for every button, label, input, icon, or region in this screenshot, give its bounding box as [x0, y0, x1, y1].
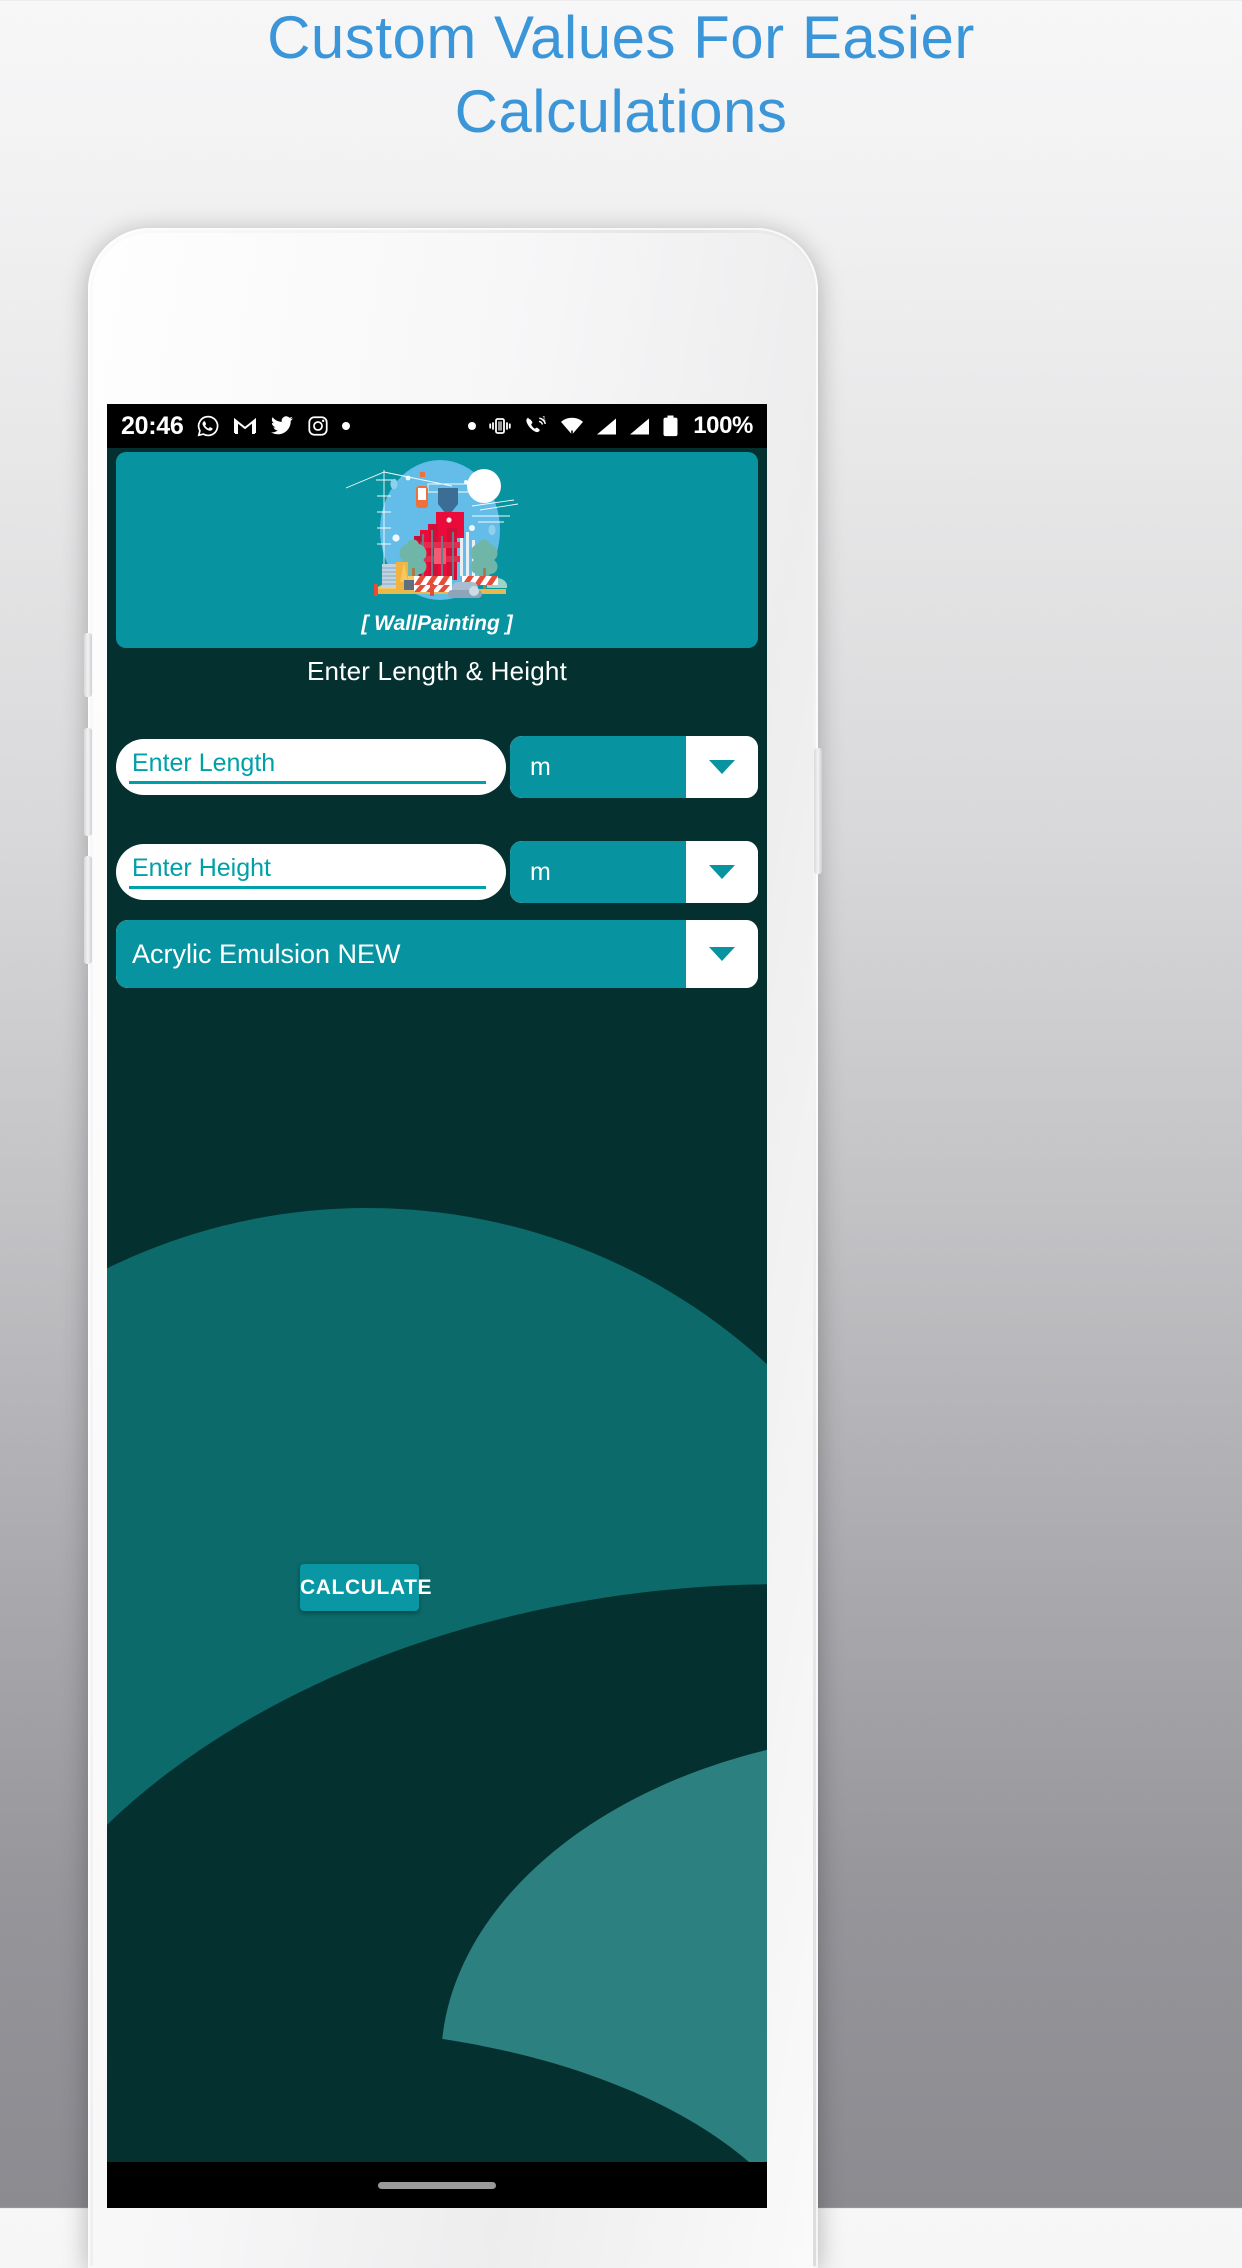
height-input-placeholder: Enter Height: [132, 853, 271, 882]
height-input[interactable]: Enter Height: [116, 844, 506, 900]
height-unit-value: m: [510, 841, 686, 903]
svg-text:1: 1: [542, 416, 546, 423]
headline-line-1: Custom Values For Easier: [267, 4, 975, 71]
instagram-icon: [307, 415, 329, 437]
chevron-down-icon[interactable]: [686, 841, 758, 903]
calculate-button[interactable]: CALCULATE: [300, 1564, 432, 1611]
height-unit-select[interactable]: m: [510, 841, 758, 903]
construction-site-illustration: [345, 460, 519, 600]
power-button[interactable]: [814, 748, 822, 874]
dot-indicator-icon: [468, 422, 477, 430]
hero-banner: [ WallPainting ]: [116, 452, 758, 648]
battery-icon: [662, 415, 679, 437]
home-indicator-bar[interactable]: [378, 2181, 496, 2189]
length-unit-value: m: [510, 736, 686, 798]
promo-headline: Custom Values For Easier Calculations: [0, 8, 1242, 142]
status-bar-clock: 20:46: [121, 411, 184, 440]
paint-type-select[interactable]: Acrylic Emulsion NEW: [116, 920, 758, 988]
volume-down-button[interactable]: [84, 856, 92, 964]
length-unit-select[interactable]: m: [510, 736, 758, 798]
headline-line-2: Calculations: [454, 78, 788, 145]
length-input-underline: [129, 781, 486, 784]
hero-caption: [ WallPainting ]: [361, 612, 513, 635]
mute-switch-button[interactable]: [84, 633, 92, 697]
signal-2-icon: [629, 417, 650, 436]
chevron-down-icon[interactable]: [686, 736, 758, 798]
length-input[interactable]: Enter Length: [116, 739, 506, 795]
phone-screen: 20:46 1 100% [WallPainting] Enter Leng…: [107, 404, 767, 2208]
battery-percent-label: 100%: [693, 412, 753, 439]
paint-type-value: Acrylic Emulsion NEW: [116, 920, 686, 988]
gmail-icon: [233, 416, 257, 436]
signal-1-icon: [596, 417, 617, 436]
system-navigation-bar: [107, 2162, 767, 2208]
wifi-icon: [560, 417, 584, 436]
status-bar: 20:46 1 100%: [107, 404, 767, 448]
status-bar-right: 1 100%: [468, 412, 753, 440]
vibrate-icon: [488, 416, 512, 436]
chevron-down-icon[interactable]: [686, 920, 758, 988]
missed-call-icon: 1: [524, 415, 548, 437]
app-content: [ WallPainting ] Enter Length & Height E…: [107, 448, 767, 2208]
section-title: Enter Length & Height: [306, 656, 568, 686]
volume-up-button[interactable]: [84, 728, 92, 836]
more-notifications-dot-icon: [342, 422, 351, 430]
height-input-row: Enter Height m: [107, 841, 767, 903]
whatsapp-icon: [196, 414, 220, 438]
length-input-placeholder: Enter Length: [132, 748, 276, 777]
status-bar-left: 20:46: [121, 411, 351, 441]
length-input-row: Enter Length m: [107, 736, 767, 798]
height-input-underline: [129, 886, 486, 889]
twitter-icon: [270, 416, 294, 436]
